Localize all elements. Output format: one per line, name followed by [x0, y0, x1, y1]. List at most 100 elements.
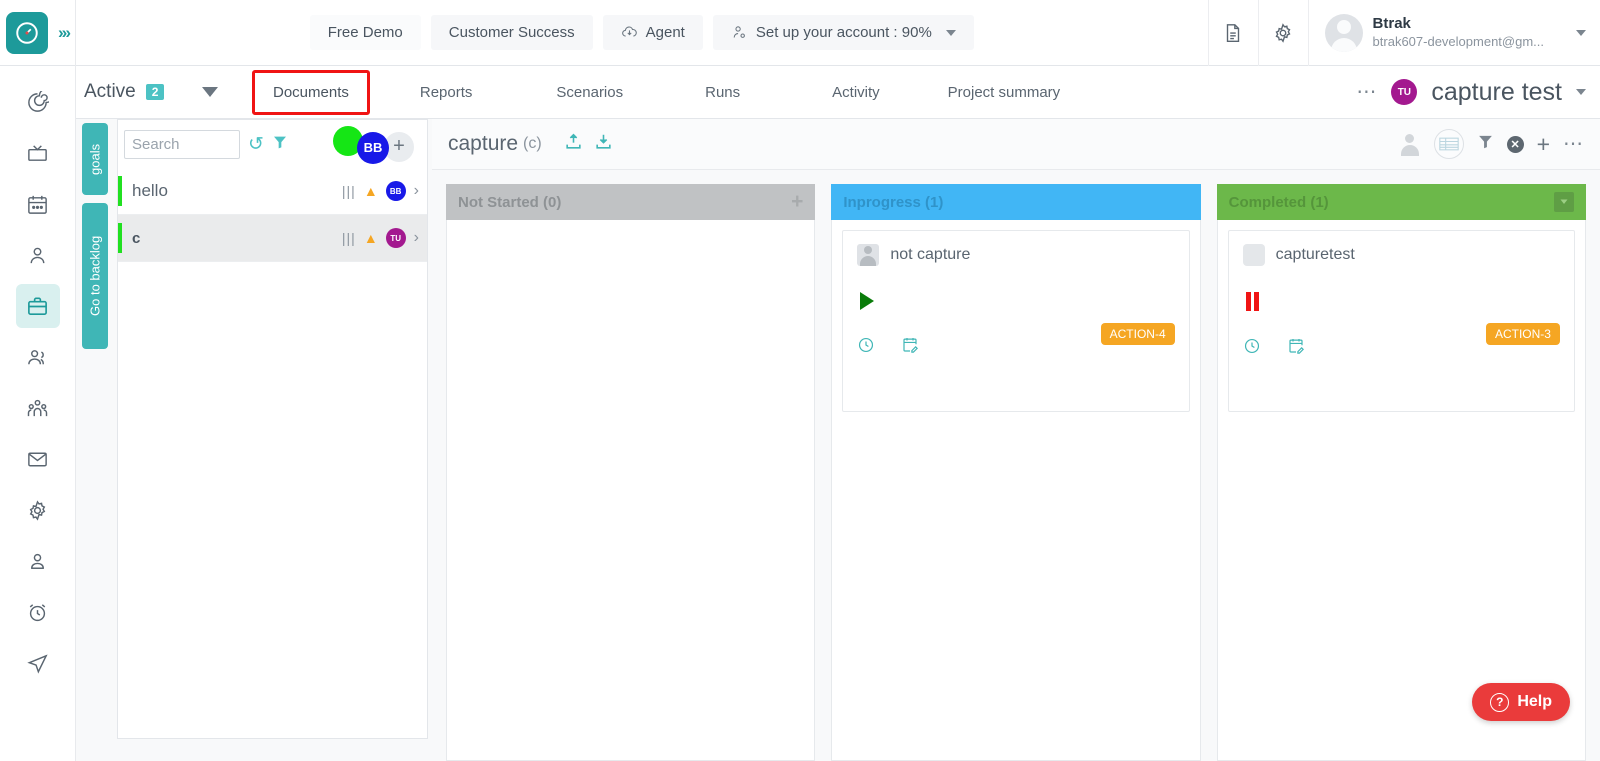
tab-runs-label: Runs [705, 83, 741, 101]
warning-icon[interactable]: ▲ [364, 230, 378, 246]
warning-icon[interactable]: ▲ [364, 183, 378, 199]
setup-account-button[interactable]: Set up your account : 90% [712, 15, 974, 50]
column-body[interactable]: capturetest ACTION-3 [1216, 220, 1586, 761]
clock-icon[interactable] [857, 336, 875, 359]
sidebar-item-mail[interactable] [16, 437, 60, 481]
mail-icon [28, 452, 47, 466]
active-label: Active [84, 81, 136, 102]
play-icon[interactable] [860, 292, 875, 310]
column-title: Completed (1) [1228, 193, 1329, 211]
cloud-download-icon [621, 26, 637, 37]
tab-scenarios[interactable]: Scenarios [540, 75, 639, 110]
tab-activity[interactable]: Activity [816, 75, 896, 110]
board-header-icons [564, 132, 613, 156]
tab-runs[interactable]: Runs [689, 75, 756, 110]
calendar-edit-icon[interactable] [901, 336, 919, 359]
tab-reports[interactable]: Reports [404, 75, 489, 110]
list-item[interactable]: c ||| ▲ TU › [118, 215, 427, 262]
bars-icon[interactable]: ||| [342, 183, 356, 199]
user-icon [30, 247, 45, 263]
documents-left-panel: goals Go to backlog ↺ BB + hello ||| ▲ [76, 119, 432, 761]
tab-project-summary[interactable]: Project summary [932, 75, 1077, 110]
app-logo[interactable] [6, 11, 48, 54]
sidebar-rail [0, 66, 76, 761]
sidebar-item-user[interactable] [16, 233, 60, 277]
sidebar-item-contact[interactable] [16, 539, 60, 583]
customer-success-label: Customer Success [448, 24, 575, 41]
caret-down-icon[interactable] [1576, 29, 1586, 36]
chevron-right-icon[interactable]: › [414, 229, 419, 247]
list-item[interactable]: hello ||| ▲ BB › [118, 168, 427, 215]
column-body[interactable]: not capture ACTION-4 [831, 220, 1201, 761]
agent-button[interactable]: Agent [602, 15, 703, 50]
calendar-icon [28, 195, 47, 214]
sidebar-item-users[interactable] [16, 335, 60, 379]
list-item-meta: ||| ▲ BB › [342, 181, 419, 201]
caret-down-icon[interactable] [1576, 89, 1586, 95]
gear-icon[interactable] [1257, 0, 1308, 66]
page-title: capture test [1431, 77, 1562, 106]
sidebar-item-alarm[interactable] [16, 590, 60, 634]
plus-icon[interactable]: + [1537, 132, 1550, 155]
upload-icon[interactable] [564, 132, 583, 156]
ellipsis-horizontal-icon[interactable]: ⋯ [1563, 134, 1584, 154]
close-circle-icon[interactable]: ✕ [1506, 135, 1524, 153]
list-item-avatar[interactable]: TU [385, 228, 406, 248]
sidebar-item-tv[interactable] [16, 131, 60, 175]
board-header-right: ✕ + ⋯ [1399, 129, 1584, 159]
sidebar-item-send[interactable] [16, 641, 60, 685]
help-label: Help [1517, 693, 1552, 710]
customer-success-button[interactable]: Customer Success [430, 15, 593, 50]
sidebar-item-team[interactable] [16, 386, 60, 430]
table-view-icon[interactable] [1433, 129, 1464, 159]
triangle-down-icon[interactable] [202, 87, 219, 97]
card-title: capturetest [1275, 246, 1355, 263]
question-circle-icon: ? [1490, 692, 1510, 712]
pause-icon[interactable] [1245, 292, 1560, 311]
document-icon[interactable] [1207, 0, 1258, 66]
sidebar-item-briefcase[interactable] [15, 284, 60, 328]
vertical-tabs: goals Go to backlog [82, 123, 108, 349]
sidebar-item-spiral[interactable] [16, 80, 60, 124]
list-item-avatar[interactable]: BB [385, 181, 406, 201]
kanban-columns: Not Started (0) + Inprogress (1) not cap… [432, 170, 1600, 761]
search-input[interactable] [124, 130, 240, 159]
kanban-card[interactable]: capturetest ACTION-3 [1227, 230, 1575, 412]
tab-activity-label: Activity [832, 83, 880, 101]
tab-documents[interactable]: Documents [252, 69, 370, 115]
column-body[interactable] [446, 220, 816, 761]
user-profile[interactable]: Btrak btrak607-development@gm... [1307, 0, 1600, 66]
calendar-edit-icon[interactable] [1287, 337, 1305, 360]
gear-icon [29, 499, 46, 521]
goals-label: goals [87, 143, 103, 175]
refresh-icon[interactable]: ↺ [248, 133, 264, 156]
filter-icon[interactable] [272, 134, 288, 155]
help-button[interactable]: ? Help [1472, 683, 1570, 721]
sidebar-item-calendar[interactable] [16, 182, 60, 226]
assignee-avatar-bb[interactable]: BB [357, 131, 389, 164]
chevron-right-icon[interactable]: › [414, 182, 419, 200]
bars-icon[interactable]: ||| [342, 230, 356, 246]
top-bar-right: Btrak btrak607-development@gm... [1207, 0, 1600, 66]
kanban-card[interactable]: not capture ACTION-4 [842, 230, 1190, 412]
goals-tab[interactable]: goals [82, 123, 108, 195]
collapse-icon[interactable] [1553, 192, 1574, 212]
go-to-backlog-tab[interactable]: Go to backlog [82, 203, 108, 349]
add-card-button[interactable]: + [791, 191, 803, 212]
person-gray-icon[interactable] [1399, 133, 1421, 156]
active-filter-group[interactable]: Active 2 [76, 81, 246, 103]
free-demo-button[interactable]: Free Demo [309, 15, 421, 50]
send-icon [27, 653, 48, 674]
tab-documents-label: Documents [273, 83, 349, 101]
column-inprogress: Inprogress (1) not capture ACTION-4 [831, 184, 1201, 761]
clock-logo-icon [16, 21, 38, 44]
ellipsis-horizontal-icon[interactable]: ⋯ [1356, 82, 1377, 102]
filter-icon[interactable] [1477, 133, 1494, 155]
spiral-icon [28, 90, 49, 112]
chevrons-right-icon[interactable]: ››› [58, 23, 71, 43]
logo-zone: ››› [0, 0, 76, 66]
sidebar-item-settings[interactable] [16, 488, 60, 532]
agent-label: Agent [645, 24, 685, 41]
download-icon[interactable] [594, 132, 613, 156]
clock-icon[interactable] [1243, 337, 1261, 360]
